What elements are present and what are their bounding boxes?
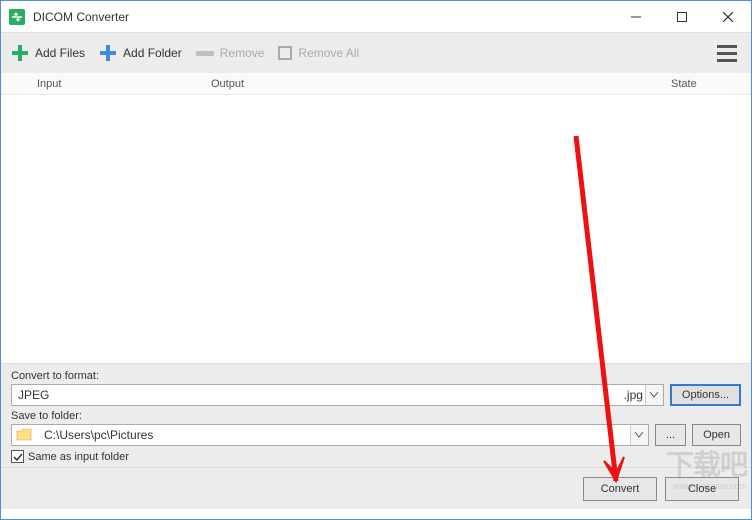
same-folder-checkbox[interactable]: [11, 450, 24, 463]
minus-icon: [196, 51, 214, 56]
add-folder-label: Add Folder: [123, 46, 182, 60]
format-combobox[interactable]: JPEG .jpg: [11, 384, 664, 406]
chevron-down-icon: [645, 385, 663, 405]
minimize-button[interactable]: [613, 1, 659, 32]
file-list[interactable]: [1, 95, 751, 363]
column-output[interactable]: Output: [211, 78, 671, 90]
add-folder-button[interactable]: Add Folder: [99, 44, 182, 62]
remove-all-button[interactable]: Remove All: [278, 46, 359, 60]
app-icon: [9, 9, 25, 25]
watermark: 下载吧: [666, 443, 747, 483]
remove-all-label: Remove All: [298, 46, 359, 60]
hamburger-icon: [717, 45, 737, 48]
column-state[interactable]: State: [671, 78, 751, 90]
add-files-button[interactable]: Add Files: [11, 44, 85, 62]
close-window-button[interactable]: [705, 1, 751, 32]
folder-icon: [16, 428, 32, 442]
add-files-label: Add Files: [35, 46, 85, 60]
format-ext: .jpg: [624, 388, 645, 402]
check-icon: [13, 452, 23, 462]
convert-button[interactable]: Convert: [583, 477, 657, 501]
folder-combobox[interactable]: C:\Users\pc\Pictures: [11, 424, 649, 446]
window-title: DICOM Converter: [33, 10, 613, 24]
watermark-url: www.xiazaiba.com: [673, 481, 747, 491]
remove-button[interactable]: Remove: [196, 46, 265, 60]
format-label: Convert to format:: [11, 370, 741, 382]
options-button[interactable]: Options...: [670, 384, 741, 406]
chevron-down-icon: [630, 425, 648, 445]
format-value: JPEG: [12, 388, 624, 402]
maximize-button[interactable]: [659, 1, 705, 32]
toolbar: Add Files Add Folder Remove Remove All: [1, 33, 751, 73]
menu-button[interactable]: [713, 41, 741, 66]
window-controls: [613, 1, 751, 32]
footer: Convert Close: [1, 467, 751, 509]
folder-label: Save to folder:: [11, 410, 741, 422]
remove-label: Remove: [220, 46, 265, 60]
titlebar: DICOM Converter: [1, 1, 751, 33]
conversion-panel: Convert to format: JPEG .jpg Options... …: [1, 363, 751, 467]
list-header: Input Output State: [1, 73, 751, 95]
column-input[interactable]: Input: [1, 78, 211, 90]
folder-value: C:\Users\pc\Pictures: [38, 428, 630, 442]
same-folder-label: Same as input folder: [28, 451, 129, 463]
square-icon: [278, 46, 292, 60]
same-folder-checkbox-row[interactable]: Same as input folder: [11, 450, 741, 463]
